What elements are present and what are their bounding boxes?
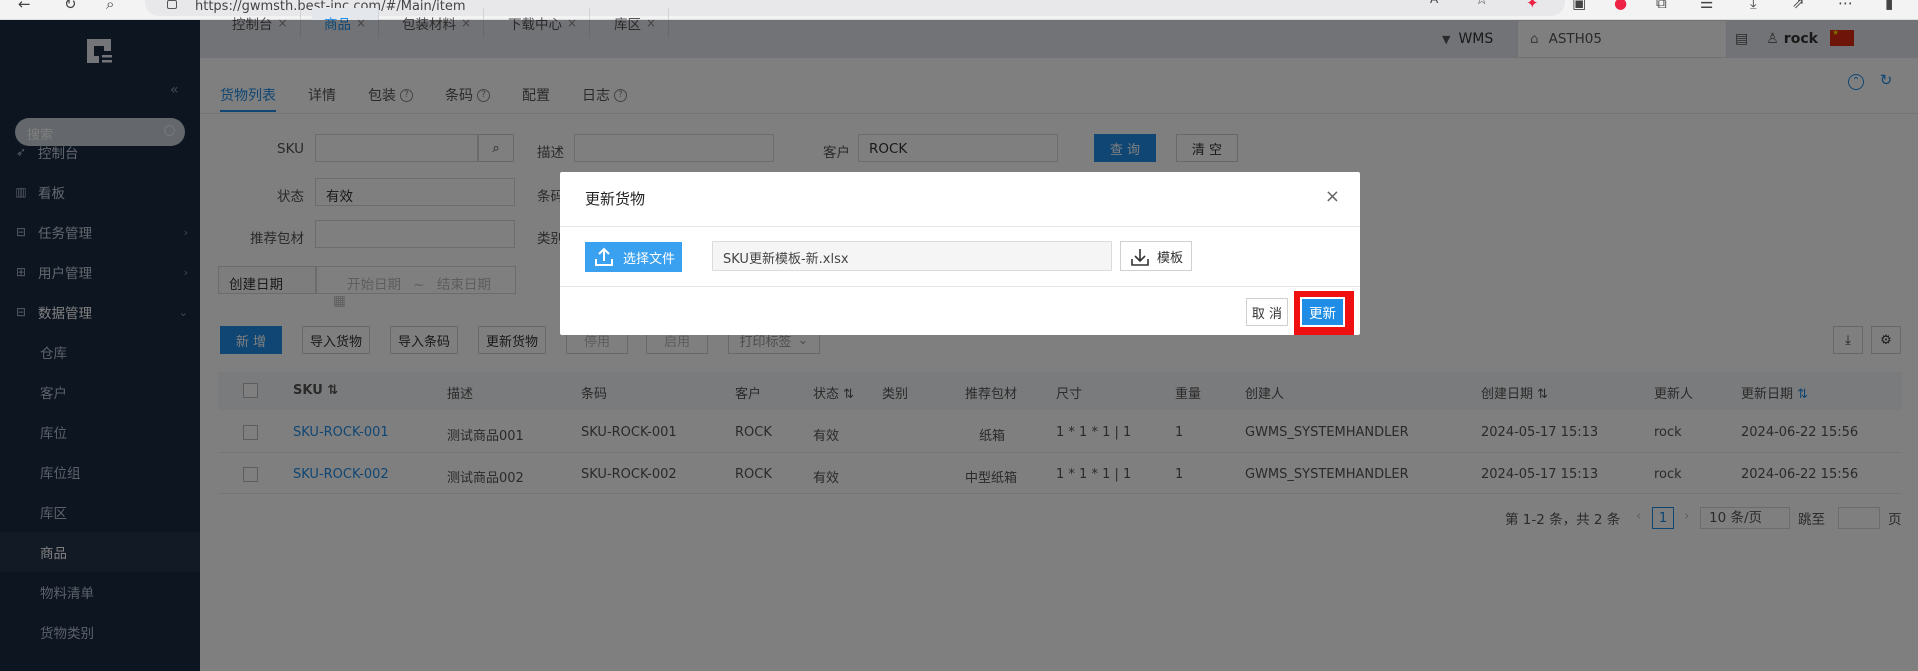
cancel-button[interactable]: 取 消 xyxy=(1246,298,1288,326)
search-icon[interactable]: ⌕ xyxy=(106,0,114,13)
update-button[interactable]: 更新 xyxy=(1300,297,1345,327)
upload-icon xyxy=(595,247,613,266)
sidebar-toggle-icon[interactable]: ▮ xyxy=(1885,0,1893,12)
close-icon[interactable]: × xyxy=(1325,186,1340,207)
modal-backdrop[interactable] xyxy=(0,20,1918,671)
dialog-title: 更新货物 xyxy=(585,190,646,208)
choose-file-button[interactable]: 选择文件 xyxy=(585,242,682,272)
more-icon[interactable]: ⋯ xyxy=(1838,0,1853,12)
extension-icon[interactable]: ▣ xyxy=(1572,0,1586,12)
extension-icon[interactable]: ● xyxy=(1614,0,1627,12)
download-template-button[interactable]: 模板 xyxy=(1120,241,1192,271)
selected-file-name: SKU更新模板-新.xlsx xyxy=(712,241,1112,271)
share-icon[interactable]: ⇗ xyxy=(1792,0,1805,12)
lock-icon xyxy=(167,0,177,9)
download-icon xyxy=(1131,249,1149,266)
download-icon[interactable]: ⤓ xyxy=(1750,0,1757,12)
divider xyxy=(560,286,1360,287)
refresh-icon[interactable]: ↻ xyxy=(64,0,77,13)
extensions-puzzle-icon[interactable]: ⧉ xyxy=(1656,0,1667,12)
divider xyxy=(560,226,1360,227)
favorite-star-icon[interactable]: ☆ xyxy=(1475,0,1488,8)
favorites-icon[interactable]: ☰ xyxy=(1700,0,1713,12)
read-aloud-icon[interactable]: A⁾ xyxy=(1430,0,1441,6)
highlight-box: 更新 xyxy=(1294,291,1354,335)
back-icon[interactable]: ← xyxy=(18,0,31,13)
extension-icon[interactable]: ✦ xyxy=(1526,0,1539,12)
update-goods-dialog: 更新货物 × 选择文件 SKU更新模板-新.xlsx 模板 取 消 更新 xyxy=(560,172,1360,335)
